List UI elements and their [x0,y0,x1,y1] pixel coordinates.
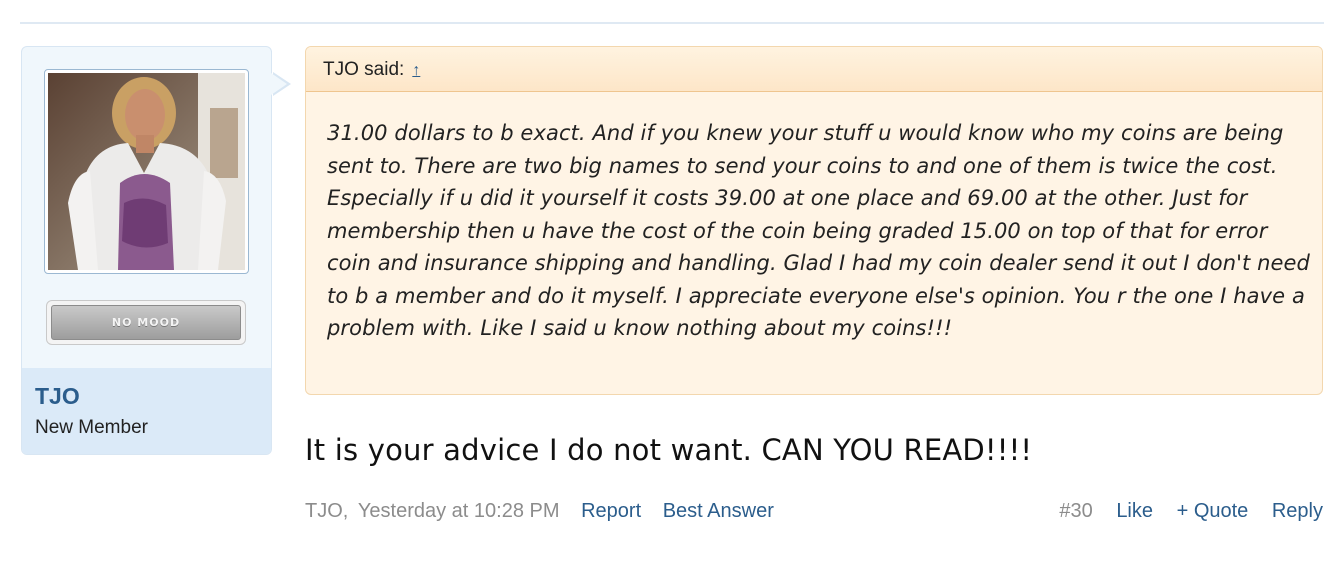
message-body: It is your advice I do not want. CAN YOU… [305,433,1033,467]
report-link[interactable]: Report [581,500,641,523]
post-meta-right: #30 Like + Quote Reply [1059,500,1323,523]
post-author-link[interactable]: TJO [305,500,343,523]
user-avatar[interactable] [44,69,249,274]
post-timestamp[interactable]: Yesterday at 10:28 PM [358,500,560,523]
post-divider [20,22,1324,24]
post-number-link[interactable]: #30 [1059,500,1092,523]
username-link[interactable]: TJO [35,383,80,410]
meta-separator: , [342,500,349,522]
quote-header: TJO said: ↑ [306,47,1322,92]
user-avatar-photo [48,73,245,270]
quote-attribution: TJO said: [323,59,405,80]
user-panel-pointer-fill [271,73,287,95]
best-answer-link[interactable]: Best Answer [663,500,774,523]
post-meta-left: TJO, Yesterday at 10:28 PM Report Best A… [305,500,774,523]
user-info-panel: NO MOOD TJO New Member [21,46,291,455]
quote-text: 31.00 dollars to b exact. And if you kne… [327,121,1310,340]
reply-link[interactable]: Reply [1272,500,1323,523]
jump-to-quote-icon[interactable]: ↑ [412,48,420,93]
like-link[interactable]: Like [1116,500,1153,523]
mood-button[interactable]: NO MOOD [46,300,246,345]
quote-block: TJO said: ↑ 31.00 dollars to b exact. And… [305,46,1323,395]
quote-link[interactable]: + Quote [1177,500,1249,523]
user-title: New Member [35,417,148,438]
mood-label: NO MOOD [51,305,241,340]
user-name-area [22,368,271,454]
